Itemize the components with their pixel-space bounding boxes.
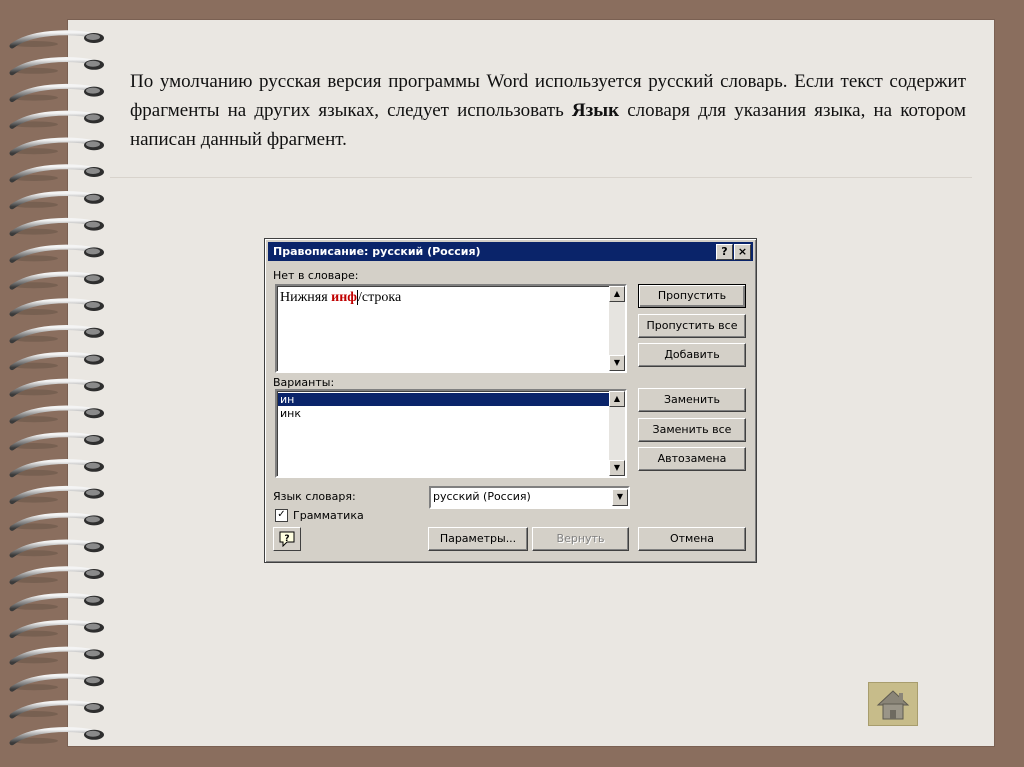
replace-button[interactable]: Заменить xyxy=(638,388,746,412)
scroll-up-icon[interactable]: ▲ xyxy=(609,391,625,407)
grammar-label: Грамматика xyxy=(293,509,364,522)
suggestion-item[interactable]: инк xyxy=(278,407,611,420)
close-icon: × xyxy=(737,245,748,258)
spelling-dialog: Правописание: русский (Россия) ? × Нет в… xyxy=(264,238,757,563)
replace-all-button[interactable]: Заменить все xyxy=(638,418,746,442)
dialog-title: Правописание: русский (Россия) xyxy=(273,245,481,258)
suggestions-list[interactable]: ин инк ▲ ▼ xyxy=(275,389,627,478)
options-button[interactable]: Параметры... xyxy=(428,527,528,551)
intro-paragraph: По умолчанию русская версия программы Wo… xyxy=(130,67,966,154)
sentence-scrollbar[interactable]: ▲ ▼ xyxy=(609,286,625,371)
intro-bold-word: Язык xyxy=(571,100,620,121)
dialog-titlebar: Правописание: русский (Россия) ? × xyxy=(268,242,753,261)
home-icon xyxy=(876,690,910,720)
language-value: русский (Россия) xyxy=(433,490,531,503)
language-select[interactable]: русский (Россия) ▼ xyxy=(429,486,630,509)
grammar-checkbox[interactable]: ✓ xyxy=(275,509,288,522)
skip-button[interactable]: Пропустить xyxy=(638,284,746,308)
sentence-box[interactable]: Нижняя инф/строка ▲ ▼ xyxy=(275,284,627,373)
lang-label: Язык словаря: xyxy=(273,490,356,503)
assistant-button[interactable]: ? xyxy=(273,527,301,551)
scroll-down-icon[interactable]: ▼ xyxy=(609,460,625,476)
dropdown-arrow-icon[interactable]: ▼ xyxy=(612,489,628,506)
divider xyxy=(110,177,972,178)
add-button[interactable]: Добавить xyxy=(638,343,746,367)
sentence-text[interactable]: Нижняя инф/строка xyxy=(280,290,401,306)
not-in-dict-label: Нет в словаре: xyxy=(273,269,359,282)
undo-button[interactable]: Вернуть xyxy=(532,527,629,551)
sentence-before: Нижняя xyxy=(280,290,332,305)
spiral-binding xyxy=(9,30,104,746)
sentence-error-word: инф xyxy=(331,290,357,305)
scroll-down-icon[interactable]: ▼ xyxy=(609,355,625,371)
close-button[interactable]: × xyxy=(734,244,751,260)
help-title-button[interactable]: ? xyxy=(716,244,733,260)
scroll-up-icon[interactable]: ▲ xyxy=(609,286,625,302)
suggestions-scrollbar[interactable]: ▲ ▼ xyxy=(609,391,625,476)
suggestions-label: Варианты: xyxy=(273,376,335,389)
skip-all-button[interactable]: Пропустить все xyxy=(638,314,746,338)
question-icon: ? xyxy=(721,245,728,258)
svg-text:?: ? xyxy=(284,534,289,544)
home-button[interactable] xyxy=(868,682,918,726)
suggestion-item[interactable]: ин xyxy=(278,393,611,406)
cancel-button[interactable]: Отмена xyxy=(638,527,746,551)
autocorrect-button[interactable]: Автозамена xyxy=(638,447,746,471)
question-icon: ? xyxy=(279,531,295,548)
sentence-after: /строка xyxy=(357,290,402,305)
